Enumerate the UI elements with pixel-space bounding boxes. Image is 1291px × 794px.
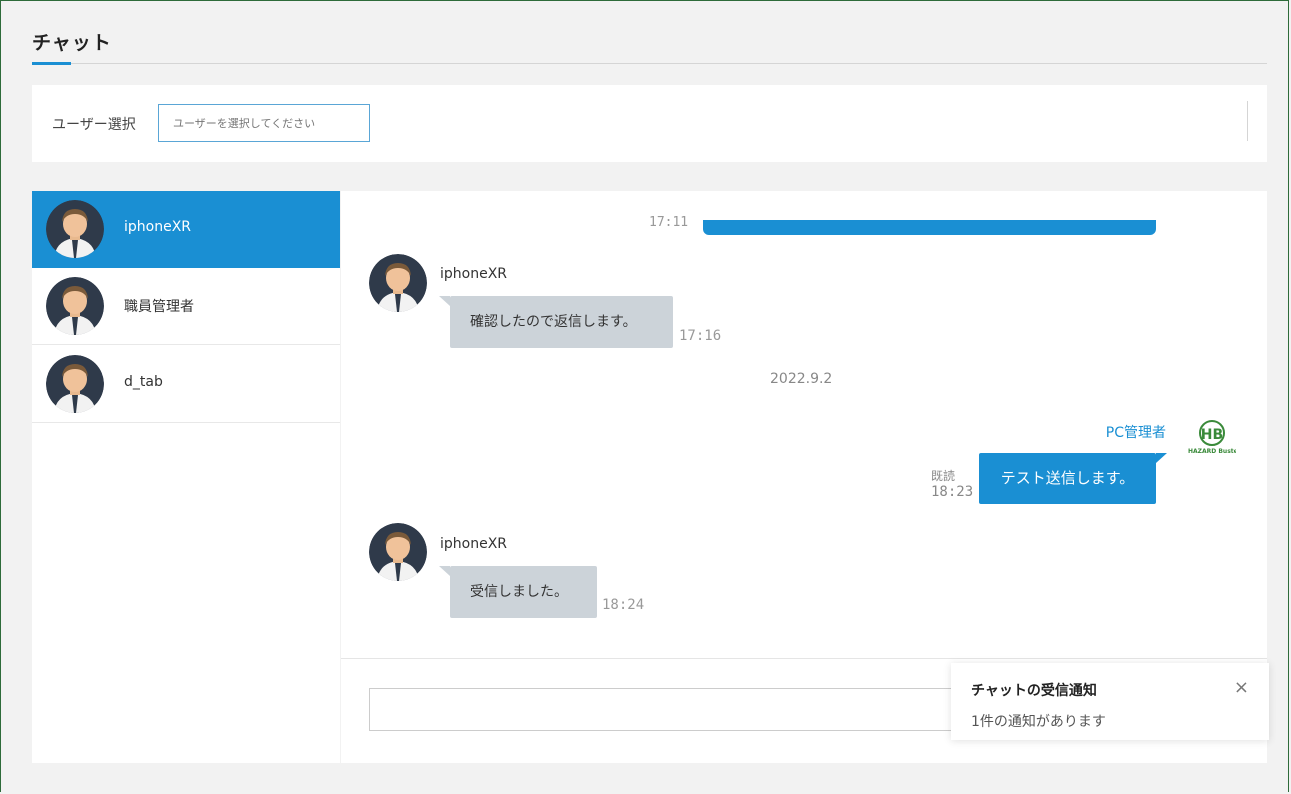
logo-text: HAZARD Buster [1188,448,1236,455]
user-item-d-tab[interactable]: d_tab [32,346,340,423]
message-time: 18:23 [931,484,974,500]
user-select-bar: ユーザー選択 [32,85,1267,162]
user-item-staff-admin[interactable]: 職員管理者 [32,268,340,345]
user-name: 職員管理者 [124,299,194,315]
sender-name: iphoneXR [440,536,508,552]
avatar [46,355,104,413]
message-input[interactable] [369,688,969,731]
sent-bubble: テスト送信します。 [979,453,1167,504]
message-time: 17:16 [679,328,722,344]
select-divider [1247,101,1248,141]
date-separator: 2022.9.2 [770,371,833,387]
sender-avatar [369,254,427,312]
close-icon[interactable]: × [1234,677,1249,698]
user-name: iphoneXR [124,219,192,235]
title-rule [32,63,1267,64]
avatar [46,200,104,258]
sender-avatar [369,523,427,581]
received-bubble: 受信しました。 [439,566,597,618]
chat-divider [341,658,1267,659]
message-text: テスト送信します。 [1000,469,1135,487]
notification-toast: チャットの受信通知 × 1件の通知があります [951,663,1269,740]
message-time: 18:24 [602,597,645,613]
toast-title: チャットの受信通知 [971,683,1097,699]
read-receipt: 既読 [931,469,956,483]
svg-text:HB: HB [1201,427,1223,443]
toast-body: 1件の通知があります [971,714,1106,730]
message-text: 確認したので返信します。 [470,314,637,330]
received-bubble: 確認したので返信します。 [439,296,673,348]
avatar [46,277,104,335]
user-item-iphonexr[interactable]: iphoneXR [32,191,340,268]
user-select-input[interactable] [158,104,370,142]
message-time: 17:11 [649,215,689,230]
user-name: d_tab [124,374,163,390]
my-sender-name: PC管理者 [1105,425,1166,441]
hazard-buster-logo: HB HAZARD Buster [1188,418,1236,458]
user-select-label: ユーザー選択 [52,117,136,133]
message-text: 受信しました。 [470,584,568,600]
user-list: iphoneXR 職員管理者 d_tab [32,191,340,763]
truncated-sent-bubble [703,220,1156,235]
sender-name: iphoneXR [440,266,508,282]
title-accent [32,62,71,65]
page-title: チャット [32,32,112,54]
